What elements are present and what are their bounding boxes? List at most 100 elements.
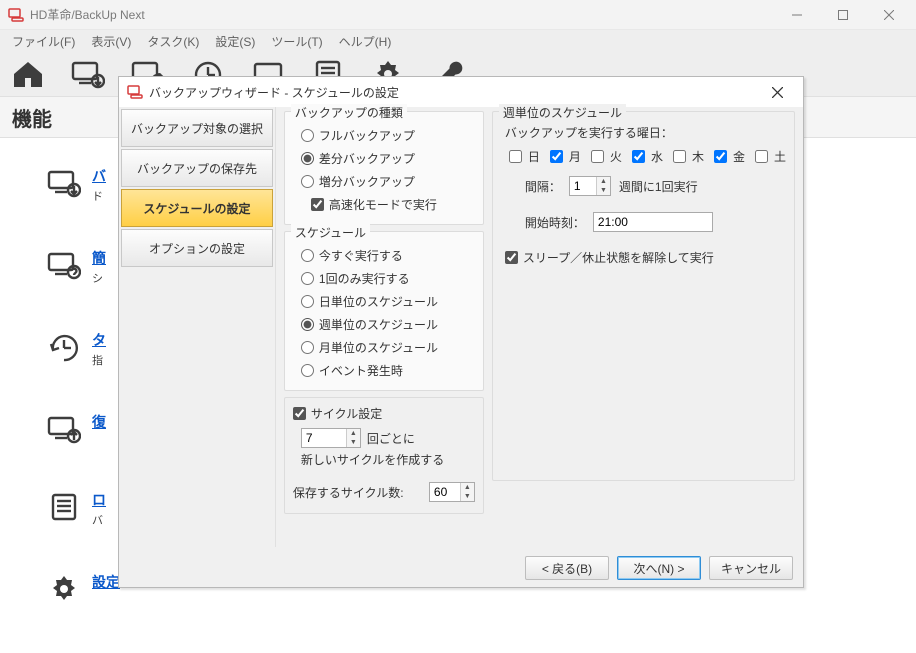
- backup-icon[interactable]: [68, 56, 108, 92]
- radio-schedule-weekly[interactable]: [301, 318, 314, 331]
- cycle-keep-input[interactable]: [430, 483, 460, 501]
- start-time-input[interactable]: [593, 212, 713, 232]
- label-cycle-enable: サイクル設定: [311, 405, 382, 422]
- weekly-days-row: 日 月 火 水 木 金 土: [505, 147, 786, 166]
- radio-schedule-once[interactable]: [301, 272, 314, 285]
- checkbox-cycle-enable[interactable]: [293, 407, 306, 420]
- label-day-wed: 水: [651, 148, 663, 165]
- restore-icon: [44, 412, 84, 446]
- checkbox-day-wed[interactable]: [632, 150, 645, 163]
- wizard-step-destination[interactable]: バックアップの保存先: [121, 149, 273, 187]
- checkbox-day-thu[interactable]: [673, 150, 686, 163]
- wizard-step-target[interactable]: バックアップ対象の選択: [121, 109, 273, 147]
- label-schedule-event: イベント発生時: [319, 362, 403, 379]
- checkbox-fast-mode[interactable]: [311, 198, 324, 211]
- label-schedule-now: 今すぐ実行する: [319, 247, 403, 264]
- backup-wizard-dialog: バックアップウィザード - スケジュールの設定 バックアップ対象の選択 バックア…: [118, 76, 804, 588]
- spin-up-icon[interactable]: ▲: [347, 429, 360, 438]
- radio-schedule-monthly[interactable]: [301, 341, 314, 354]
- checkbox-day-fri[interactable]: [714, 150, 727, 163]
- cycle-every-suffix: 回ごとに: [367, 430, 415, 447]
- label-day-thu: 木: [692, 148, 704, 165]
- radio-schedule-event[interactable]: [301, 364, 314, 377]
- wizard-footer: < 戻る(B) 次へ(N) > キャンセル: [119, 547, 803, 589]
- menu-task[interactable]: タスク(K): [139, 31, 207, 52]
- app-icon: [8, 7, 24, 23]
- timer-icon: [44, 330, 84, 364]
- checkbox-day-sat[interactable]: [755, 150, 768, 163]
- feature-link[interactable]: 設定: [92, 572, 120, 592]
- checkbox-day-mon[interactable]: [550, 150, 563, 163]
- label-schedule-weekly: 週単位のスケジュール: [319, 316, 438, 333]
- cycle-create-new: 新しいサイクルを作成する: [301, 451, 444, 468]
- cycle-every-spinner[interactable]: ▲▼: [301, 428, 361, 448]
- group-title-backup-type: バックアップの種類: [291, 104, 407, 121]
- interval-spinner[interactable]: ▲▼: [569, 176, 611, 196]
- interval-suffix: 週間に1回実行: [619, 178, 698, 195]
- group-title-weekly: 週単位のスケジュール: [499, 104, 626, 121]
- menu-help[interactable]: ヘルプ(H): [331, 31, 400, 52]
- label-schedule-daily: 日単位のスケジュール: [319, 293, 438, 310]
- maximize-button[interactable]: [820, 0, 866, 30]
- feature-link[interactable]: タ: [92, 330, 106, 350]
- feature-desc: ド: [92, 188, 106, 204]
- cycle-every-input[interactable]: [302, 429, 346, 447]
- radio-full-backup[interactable]: [301, 129, 314, 142]
- radio-schedule-now[interactable]: [301, 249, 314, 262]
- checkbox-wake-from-sleep[interactable]: [505, 251, 518, 264]
- label-day-sun: 日: [528, 148, 540, 165]
- menu-tools[interactable]: ツール(T): [263, 31, 330, 52]
- feature-desc: 指: [92, 352, 106, 368]
- label-wake-from-sleep: スリープ／休止状態を解除して実行: [523, 249, 714, 266]
- wizard-step-schedule[interactable]: スケジュールの設定: [121, 189, 273, 227]
- weekly-run-days-label: バックアップを実行する曜日：: [505, 124, 786, 141]
- spin-down-icon[interactable]: ▼: [461, 492, 474, 501]
- wizard-title: バックアップウィザード - スケジュールの設定: [149, 84, 757, 101]
- wizard-close-button[interactable]: [757, 78, 797, 106]
- feature-link[interactable]: バ: [92, 166, 106, 186]
- next-button[interactable]: 次へ(N) >: [617, 556, 701, 580]
- interval-input[interactable]: [570, 177, 596, 195]
- spin-down-icon[interactable]: ▼: [597, 186, 610, 195]
- weekly-group: 週単位のスケジュール バックアップを実行する曜日： 日 月 火 水 木 金 土 …: [492, 111, 795, 481]
- menu-bar: ファイル(F) 表示(V) タスク(K) 設定(S) ツール(T) ヘルプ(H): [0, 30, 916, 52]
- feature-link[interactable]: 簡: [92, 248, 106, 268]
- main-titlebar: HD革命/BackUp Next: [0, 0, 916, 30]
- label-day-tue: 火: [610, 148, 622, 165]
- gear-icon: [44, 572, 84, 606]
- checkbox-day-sun[interactable]: [509, 150, 522, 163]
- radio-inc-backup[interactable]: [301, 175, 314, 188]
- menu-view[interactable]: 表示(V): [83, 31, 139, 52]
- schedule-group: スケジュール 今すぐ実行する 1回のみ実行する 日単位のスケジュール 週単位のス…: [284, 231, 484, 391]
- label-fast-mode: 高速化モードで実行: [329, 196, 437, 213]
- checkbox-day-tue[interactable]: [591, 150, 604, 163]
- radio-diff-backup[interactable]: [301, 152, 314, 165]
- menu-settings[interactable]: 設定(S): [207, 31, 263, 52]
- cancel-button[interactable]: キャンセル: [709, 556, 793, 580]
- radio-schedule-daily[interactable]: [301, 295, 314, 308]
- feature-link[interactable]: ロ: [92, 490, 106, 510]
- minimize-button[interactable]: [774, 0, 820, 30]
- backup-icon: [44, 166, 84, 200]
- feature-link[interactable]: 復: [92, 412, 106, 432]
- simple-backup-icon: [44, 248, 84, 282]
- interval-label: 間隔：: [525, 178, 561, 195]
- spin-down-icon[interactable]: ▼: [347, 438, 360, 447]
- cycle-keep-label: 保存するサイクル数:: [293, 484, 404, 501]
- spin-up-icon[interactable]: ▲: [461, 483, 474, 492]
- label-inc-backup: 増分バックアップ: [319, 173, 415, 190]
- label-schedule-once: 1回のみ実行する: [319, 270, 410, 287]
- feature-desc: バ: [92, 512, 106, 528]
- wizard-titlebar: バックアップウィザード - スケジュールの設定: [119, 77, 803, 107]
- start-time-label: 開始時刻：: [525, 214, 585, 231]
- close-button[interactable]: [866, 0, 912, 30]
- spin-up-icon[interactable]: ▲: [597, 177, 610, 186]
- back-button[interactable]: < 戻る(B): [525, 556, 609, 580]
- menu-file[interactable]: ファイル(F): [4, 31, 83, 52]
- label-diff-backup: 差分バックアップ: [319, 150, 415, 167]
- log-icon: [44, 490, 84, 524]
- cycle-keep-spinner[interactable]: ▲▼: [429, 482, 475, 502]
- app-title: HD革命/BackUp Next: [30, 6, 774, 23]
- wizard-step-options[interactable]: オプションの設定: [121, 229, 273, 267]
- home-icon[interactable]: [8, 56, 48, 92]
